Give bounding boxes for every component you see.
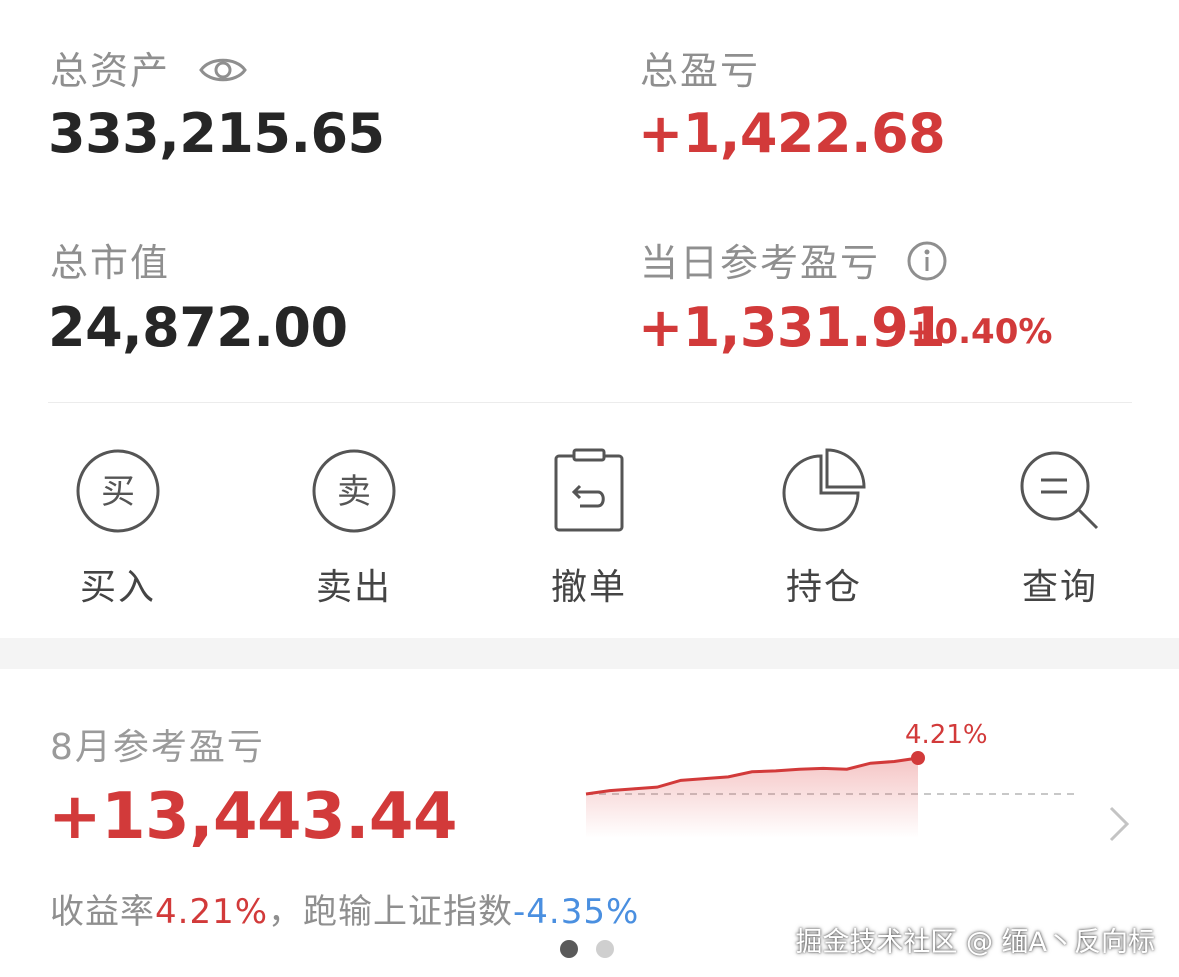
total-assets-label: 总资产 — [50, 40, 248, 96]
buy-icon: 买 — [76, 449, 160, 533]
query-button[interactable]: 查询 — [985, 446, 1135, 610]
sell-button[interactable]: 卖 卖出 — [279, 446, 429, 610]
daily-pnl-label: 当日参考盈亏 — [640, 232, 948, 291]
return-label: 收益率 — [50, 892, 155, 932]
chart-end-point — [911, 751, 925, 765]
pie-chart-icon — [782, 448, 866, 532]
benchmark-value: -4.35% — [513, 892, 640, 932]
comma: ， — [268, 892, 304, 932]
sell-label: 卖出 — [315, 567, 392, 608]
buy-label: 买入 — [79, 567, 156, 608]
market-value-value: 24,872.00 — [48, 296, 348, 359]
positions-label: 持仓 — [785, 567, 862, 608]
eye-icon[interactable] — [198, 52, 248, 96]
query-label: 查询 — [1021, 567, 1098, 608]
chart-area — [586, 758, 918, 838]
section-gap — [0, 638, 1179, 669]
search-icon — [1020, 451, 1099, 530]
total-assets-value: 333,215.65 — [48, 102, 385, 165]
total-pnl-label: 总盈亏 — [640, 49, 761, 93]
page-dot[interactable] — [596, 940, 614, 958]
positions-button[interactable]: 持仓 — [749, 446, 899, 610]
cancel-order-button[interactable]: 撤单 — [514, 446, 664, 610]
page-indicator — [560, 940, 632, 962]
sell-icon: 卖 — [312, 449, 396, 533]
market-value-label: 总市值 — [50, 241, 171, 285]
monthly-pnl-title: 8月参考盈亏 — [50, 727, 265, 768]
svg-text:买: 买 — [101, 472, 135, 512]
monthly-pnl-value: +13,443.44 — [48, 780, 457, 854]
benchmark-label: 跑输上证指数 — [303, 892, 514, 932]
divider — [48, 402, 1132, 403]
chevron-right-icon[interactable] — [1106, 804, 1132, 844]
cancel-order-label: 撤单 — [550, 567, 627, 608]
daily-pnl-value: +1,331.91 — [638, 296, 946, 359]
daily-pnl-percent: +0.40% — [906, 312, 1053, 352]
watermark: 掘金技术社区 @ 缅A丶反向标 — [795, 927, 1155, 958]
return-value: 4.21% — [155, 892, 269, 932]
cancel-order-icon — [554, 448, 624, 532]
return-summary: 收益率4.21%，跑输上证指数-4.35% — [50, 884, 639, 933]
chart-end-label: 4.21% — [905, 720, 988, 750]
info-icon[interactable] — [906, 240, 948, 291]
total-pnl-value: +1,422.68 — [638, 102, 946, 165]
buy-button[interactable]: 买 买入 — [43, 446, 193, 610]
svg-text:卖: 卖 — [337, 472, 371, 512]
monthly-pnl-chart — [585, 751, 1076, 838]
page-dot-active[interactable] — [560, 940, 578, 958]
